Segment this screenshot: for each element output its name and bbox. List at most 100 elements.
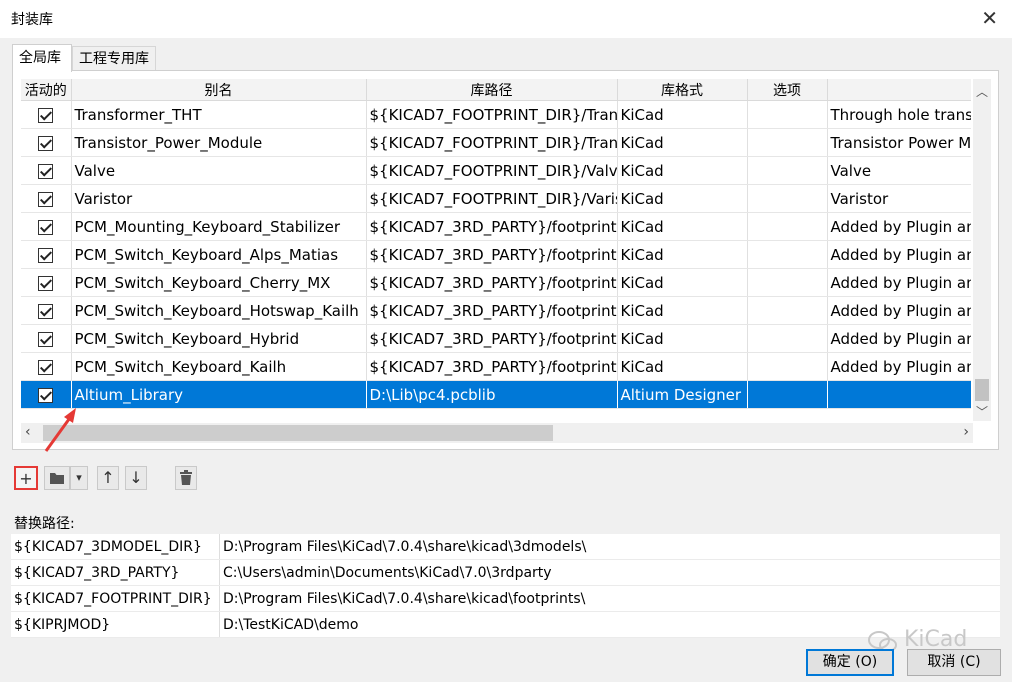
format-cell[interactable]: KiCad bbox=[617, 296, 748, 325]
format-cell[interactable]: KiCad bbox=[617, 212, 748, 241]
format-cell[interactable]: KiCad bbox=[617, 100, 748, 129]
path-cell[interactable]: ${KICAD7_3RD_PARTY}/footprints, bbox=[366, 324, 618, 353]
alias-cell[interactable]: PCM_Switch_Keyboard_Kailh bbox=[71, 352, 367, 381]
options-cell[interactable] bbox=[747, 352, 828, 381]
table-row[interactable]: Transformer_THT ${KICAD7_FOOTPRINT_DIR}/T… bbox=[21, 100, 971, 129]
path-cell[interactable]: ${KICAD7_3RD_PARTY}/footprints, bbox=[366, 352, 618, 381]
header-options[interactable]: 选项 bbox=[747, 79, 828, 101]
alias-cell[interactable]: Altium_Library bbox=[71, 380, 367, 409]
table-row[interactable]: Valve ${KICAD7_FOOTPRINT_DIR}/Valve. KiCad… bbox=[21, 156, 971, 185]
add-library-button[interactable]: + bbox=[14, 466, 38, 490]
description-cell[interactable]: Added by Plugin an bbox=[827, 352, 971, 381]
options-cell[interactable] bbox=[747, 380, 828, 409]
active-checkbox[interactable] bbox=[38, 359, 54, 375]
active-checkbox[interactable] bbox=[38, 387, 54, 403]
substitution-row[interactable]: ${KICAD7_FOOTPRINT_DIR} D:\Program Files\… bbox=[11, 585, 1000, 612]
delete-library-button[interactable] bbox=[175, 466, 197, 490]
format-cell[interactable]: KiCad bbox=[617, 184, 748, 213]
header-active[interactable]: 活动的 bbox=[21, 79, 72, 101]
options-cell[interactable] bbox=[747, 324, 828, 353]
header-path[interactable]: 库路径 bbox=[366, 79, 618, 101]
scroll-left-icon[interactable]: ‹ bbox=[25, 424, 31, 440]
options-cell[interactable] bbox=[747, 212, 828, 241]
options-cell[interactable] bbox=[747, 184, 828, 213]
options-cell[interactable] bbox=[747, 296, 828, 325]
options-cell[interactable] bbox=[747, 240, 828, 269]
table-row[interactable]: PCM_Switch_Keyboard_Hybrid ${KICAD7_3RD_P… bbox=[21, 324, 971, 353]
alias-cell[interactable]: PCM_Switch_Keyboard_Cherry_MX bbox=[71, 268, 367, 297]
header-format[interactable]: 库格式 bbox=[617, 79, 748, 101]
table-row[interactable]: Altium_Library D:\Lib\pc4.pcblib Altium De… bbox=[21, 380, 971, 409]
tab-global-libraries[interactable]: 全局库 bbox=[12, 44, 72, 72]
format-cell[interactable]: Altium Designer bbox=[617, 380, 748, 409]
table-row[interactable]: PCM_Switch_Keyboard_Alps_Matias ${KICAD7_… bbox=[21, 240, 971, 269]
description-cell[interactable]: Valve bbox=[827, 156, 971, 185]
table-row[interactable]: PCM_Switch_Keyboard_Hotswap_Kailh ${KICAD… bbox=[21, 296, 971, 325]
description-cell[interactable]: Transistor Power Mo bbox=[827, 128, 971, 157]
horizontal-scrollbar[interactable]: ‹ › bbox=[21, 423, 973, 443]
path-cell[interactable]: ${KICAD7_3RD_PARTY}/footprints, bbox=[366, 296, 618, 325]
table-row[interactable]: PCM_Switch_Keyboard_Kailh ${KICAD7_3RD_PA… bbox=[21, 352, 971, 381]
description-cell[interactable]: Added by Plugin an bbox=[827, 268, 971, 297]
options-cell[interactable] bbox=[747, 100, 828, 129]
format-cell[interactable]: KiCad bbox=[617, 240, 748, 269]
alias-cell[interactable]: PCM_Mounting_Keyboard_Stabilizer bbox=[71, 212, 367, 241]
format-cell[interactable]: KiCad bbox=[617, 128, 748, 157]
path-cell[interactable]: D:\Lib\pc4.pcblib bbox=[366, 380, 618, 409]
options-cell[interactable] bbox=[747, 268, 828, 297]
active-checkbox[interactable] bbox=[38, 191, 54, 207]
description-cell[interactable]: Added by Plugin an bbox=[827, 296, 971, 325]
move-down-button[interactable]: ↓ bbox=[125, 466, 147, 490]
format-cell[interactable]: KiCad bbox=[617, 352, 748, 381]
alias-cell[interactable]: Varistor bbox=[71, 184, 367, 213]
vertical-scroll-thumb[interactable] bbox=[975, 379, 989, 401]
alias-cell[interactable]: PCM_Switch_Keyboard_Hybrid bbox=[71, 324, 367, 353]
table-row[interactable]: PCM_Mounting_Keyboard_Stabilizer ${KICAD7… bbox=[21, 212, 971, 241]
path-cell[interactable]: ${KICAD7_FOOTPRINT_DIR}/Transi bbox=[366, 128, 618, 157]
move-up-button[interactable]: ↑ bbox=[97, 466, 119, 490]
table-row[interactable]: Varistor ${KICAD7_FOOTPRINT_DIR}/Varisto K… bbox=[21, 184, 971, 213]
header-alias[interactable]: 别名 bbox=[71, 79, 367, 101]
header-description[interactable] bbox=[827, 79, 971, 101]
active-checkbox[interactable] bbox=[38, 275, 54, 291]
active-checkbox[interactable] bbox=[38, 107, 54, 123]
path-cell[interactable]: ${KICAD7_3RD_PARTY}/footprints, bbox=[366, 268, 618, 297]
table-row[interactable]: Transistor_Power_Module ${KICAD7_FOOTPRIN… bbox=[21, 128, 971, 157]
format-cell[interactable]: KiCad bbox=[617, 156, 748, 185]
alias-cell[interactable]: Valve bbox=[71, 156, 367, 185]
active-checkbox[interactable] bbox=[38, 219, 54, 235]
scroll-down-icon[interactable]: ﹀ bbox=[976, 403, 988, 420]
browse-library-button[interactable] bbox=[44, 466, 70, 490]
description-cell[interactable]: Varistor bbox=[827, 184, 971, 213]
alias-cell[interactable]: Transformer_THT bbox=[71, 100, 367, 129]
description-cell[interactable]: Added by Plugin an bbox=[827, 240, 971, 269]
description-cell[interactable]: Through hole transf bbox=[827, 100, 971, 129]
alias-cell[interactable]: PCM_Switch_Keyboard_Alps_Matias bbox=[71, 240, 367, 269]
description-cell[interactable]: Added by Plugin an bbox=[827, 324, 971, 353]
options-cell[interactable] bbox=[747, 128, 828, 157]
format-cell[interactable]: KiCad bbox=[617, 324, 748, 353]
substitution-row[interactable]: ${KIPRJMOD} D:\TestKiCAD\demo bbox=[11, 611, 1000, 638]
scroll-up-icon[interactable]: ︿ bbox=[976, 83, 988, 100]
table-row[interactable]: PCM_Switch_Keyboard_Cherry_MX ${KICAD7_3R… bbox=[21, 268, 971, 297]
ok-button[interactable]: 确定 (O) bbox=[806, 649, 894, 676]
vertical-scrollbar[interactable]: ︿ ﹀ bbox=[973, 79, 991, 421]
path-cell[interactable]: ${KICAD7_FOOTPRINT_DIR}/Valve. bbox=[366, 156, 618, 185]
path-cell[interactable]: ${KICAD7_3RD_PARTY}/footprints, bbox=[366, 212, 618, 241]
description-cell[interactable]: Added by Plugin an bbox=[827, 212, 971, 241]
cancel-button[interactable]: 取消 (C) bbox=[907, 649, 1001, 676]
horizontal-scroll-thumb[interactable] bbox=[43, 425, 553, 441]
alias-cell[interactable]: PCM_Switch_Keyboard_Hotswap_Kailh bbox=[71, 296, 367, 325]
path-cell[interactable]: ${KICAD7_3RD_PARTY}/footprints, bbox=[366, 240, 618, 269]
substitution-row[interactable]: ${KICAD7_3RD_PARTY} C:\Users\admin\Docume… bbox=[11, 559, 1000, 586]
scroll-right-icon[interactable]: › bbox=[963, 424, 969, 440]
active-checkbox[interactable] bbox=[38, 303, 54, 319]
active-checkbox[interactable] bbox=[38, 163, 54, 179]
options-cell[interactable] bbox=[747, 156, 828, 185]
substitution-row[interactable]: ${KICAD7_3DMODEL_DIR} D:\Program Files\Ki… bbox=[11, 534, 1000, 560]
path-cell[interactable]: ${KICAD7_FOOTPRINT_DIR}/Varisto bbox=[366, 184, 618, 213]
description-cell[interactable] bbox=[827, 380, 971, 409]
active-checkbox[interactable] bbox=[38, 331, 54, 347]
active-checkbox[interactable] bbox=[38, 135, 54, 151]
alias-cell[interactable]: Transistor_Power_Module bbox=[71, 128, 367, 157]
